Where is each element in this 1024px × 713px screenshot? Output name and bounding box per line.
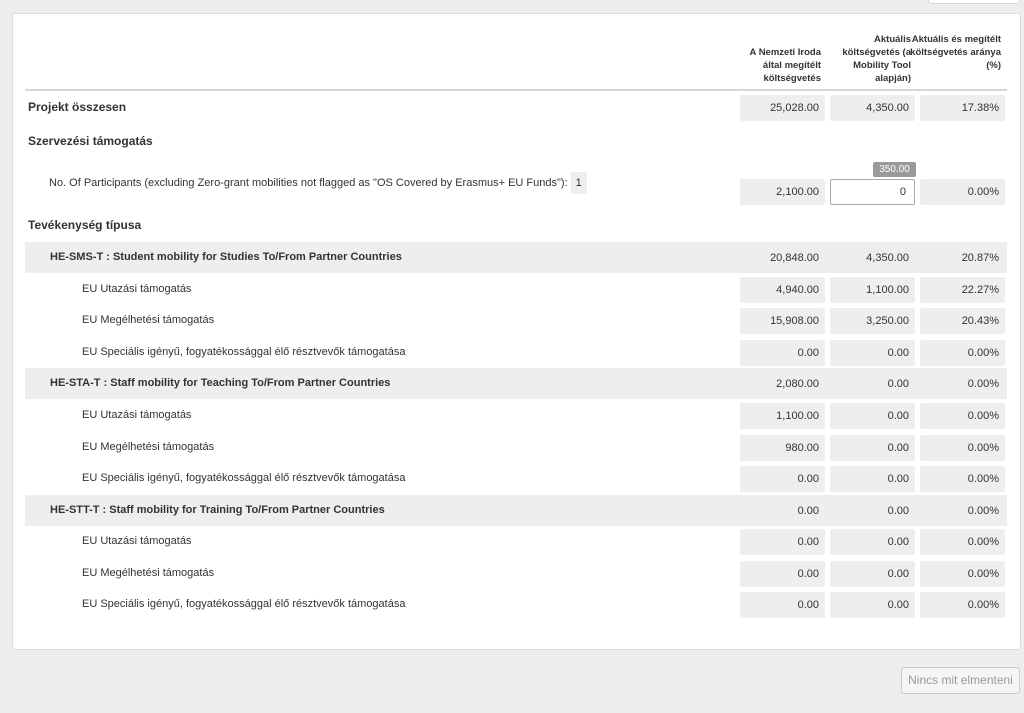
activity-row: HE-SMS-T : Student mobility for Studies … — [25, 242, 1007, 273]
org-support-tooltip: 350.00 — [873, 162, 916, 177]
budget-item-awarded: 15,908.00 — [740, 308, 825, 334]
budget-item-row: EU Speciális igényű, fogyatékossággal él… — [25, 337, 1007, 368]
org-support-input[interactable]: 0 — [830, 179, 915, 205]
org-support-awarded: 2,100.00 — [740, 179, 825, 205]
activity-actual: 0.00 — [887, 378, 909, 390]
activity-label: HE-STA-T : Staff mobility for Teaching T… — [50, 377, 391, 389]
budget-item-row: EU Speciális igényű, fogyatékossággal él… — [25, 463, 1007, 494]
total-ratio: 17.38% — [920, 95, 1005, 121]
budget-item-label: EU Utazási támogatás — [82, 283, 192, 295]
budget-item-actual: 0.00 — [830, 340, 915, 366]
budget-item-actual: 1,100.00 — [830, 277, 915, 303]
budget-item-ratio: 22.27% — [920, 277, 1005, 303]
budget-item-awarded: 4,940.00 — [740, 277, 825, 303]
activity-actual: 4,350.00 — [866, 252, 909, 264]
save-button[interactable]: Nincs mit elmenteni — [901, 667, 1020, 694]
budget-item-row: EU Utazási támogatás 4,940.00 1,100.00 2… — [25, 274, 1007, 305]
org-support-ratio: 0.00% — [920, 179, 1005, 205]
budget-item-ratio: 0.00% — [920, 435, 1005, 461]
budget-item-label: EU Megélhetési támogatás — [82, 567, 215, 579]
total-label: Projekt összesen — [28, 100, 127, 114]
budget-item-awarded: 0.00 — [740, 561, 825, 587]
total-awarded: 25,028.00 — [740, 95, 825, 121]
budget-item-awarded: 0.00 — [740, 592, 825, 618]
activity-awarded: 20,848.00 — [770, 252, 819, 264]
total-row: Projekt összesen 25,028.00 4,350.00 17.3… — [25, 92, 1007, 123]
budget-item-row: EU Speciális igényű, fogyatékossággal él… — [25, 589, 1007, 620]
activity-ratio: 20.87% — [961, 252, 999, 264]
budget-item-ratio: 0.00% — [920, 340, 1005, 366]
activity-label: HE-STT-T : Staff mobility for Training T… — [50, 504, 385, 516]
budget-item-row: EU Megélhetési támogatás 0.00 0.00 0.00% — [25, 558, 1007, 589]
activity-row: HE-STT-T : Staff mobility for Training T… — [25, 495, 1007, 526]
budget-item-awarded: 0.00 — [740, 466, 825, 492]
budget-item-actual: 0.00 — [830, 435, 915, 461]
budget-item-ratio: 0.00% — [920, 529, 1005, 555]
budget-item-row: EU Megélhetési támogatás 980.00 0.00 0.0… — [25, 432, 1007, 463]
budget-item-ratio: 0.00% — [920, 403, 1005, 429]
budget-item-label: EU Speciális igényű, fogyatékossággal él… — [82, 346, 406, 358]
activity-awarded: 0.00 — [797, 505, 819, 517]
budget-item-row: EU Utazási támogatás 0.00 0.00 0.00% — [25, 526, 1007, 557]
top-panel-edge — [928, 0, 1020, 4]
budget-item-awarded: 0.00 — [740, 340, 825, 366]
budget-item-label: EU Megélhetési támogatás — [82, 314, 215, 326]
participants-count-badge: 1 — [570, 172, 587, 194]
participants-row: No. Of Participants (excluding Zero-gran… — [25, 162, 1007, 207]
budget-item-ratio: 0.00% — [920, 592, 1005, 618]
budget-item-awarded: 980.00 — [740, 435, 825, 461]
budget-item-actual: 0.00 — [830, 561, 915, 587]
activity-actual: 0.00 — [887, 505, 909, 517]
header-ratio: Aktuális és megítélt költségvetés aránya… — [910, 34, 1001, 71]
header-awarded-budget: A Nemzeti Iroda által megítélt költségve… — [749, 47, 821, 84]
budget-item-ratio: 0.00% — [920, 466, 1005, 492]
header-divider — [25, 89, 1007, 91]
budget-item-label: EU Speciális igényű, fogyatékossággal él… — [82, 598, 406, 610]
budget-item-actual: 0.00 — [830, 466, 915, 492]
participants-label: No. Of Participants (excluding Zero-gran… — [49, 168, 587, 199]
budget-item-actual: 0.00 — [830, 592, 915, 618]
org-support-heading-row: Szervezési támogatás — [25, 126, 1007, 157]
budget-item-label: EU Utazási támogatás — [82, 409, 192, 421]
activity-heading: Tevékenység típusa — [28, 218, 142, 232]
header-actual-budget: Aktuális költségvetés (a Mobility Tool a… — [842, 34, 911, 84]
budget-item-row: EU Megélhetési támogatás 15,908.00 3,250… — [25, 305, 1007, 336]
activity-awarded: 2,080.00 — [776, 378, 819, 390]
budget-item-awarded: 1,100.00 — [740, 403, 825, 429]
org-support-heading: Szervezési támogatás — [28, 134, 153, 148]
activity-heading-row: Tevékenység típusa — [25, 210, 1007, 241]
activity-ratio: 0.00% — [967, 378, 999, 390]
activity-label: HE-SMS-T : Student mobility for Studies … — [50, 251, 402, 263]
budget-item-label: EU Speciális igényű, fogyatékossággal él… — [82, 472, 406, 484]
budget-item-actual: 3,250.00 — [830, 308, 915, 334]
budget-item-row: EU Utazási támogatás 1,100.00 0.00 0.00% — [25, 400, 1007, 431]
budget-item-label: EU Megélhetési támogatás — [82, 441, 215, 453]
budget-item-label: EU Utazási támogatás — [82, 535, 192, 547]
budget-item-actual: 0.00 — [830, 529, 915, 555]
budget-item-ratio: 20.43% — [920, 308, 1005, 334]
budget-item-actual: 0.00 — [830, 403, 915, 429]
activity-row: HE-STA-T : Staff mobility for Teaching T… — [25, 368, 1007, 399]
total-actual: 4,350.00 — [830, 95, 915, 121]
activity-ratio: 0.00% — [967, 505, 999, 517]
budget-item-ratio: 0.00% — [920, 561, 1005, 587]
participants-text: No. Of Participants (excluding Zero-gran… — [49, 177, 568, 189]
budget-item-awarded: 0.00 — [740, 529, 825, 555]
